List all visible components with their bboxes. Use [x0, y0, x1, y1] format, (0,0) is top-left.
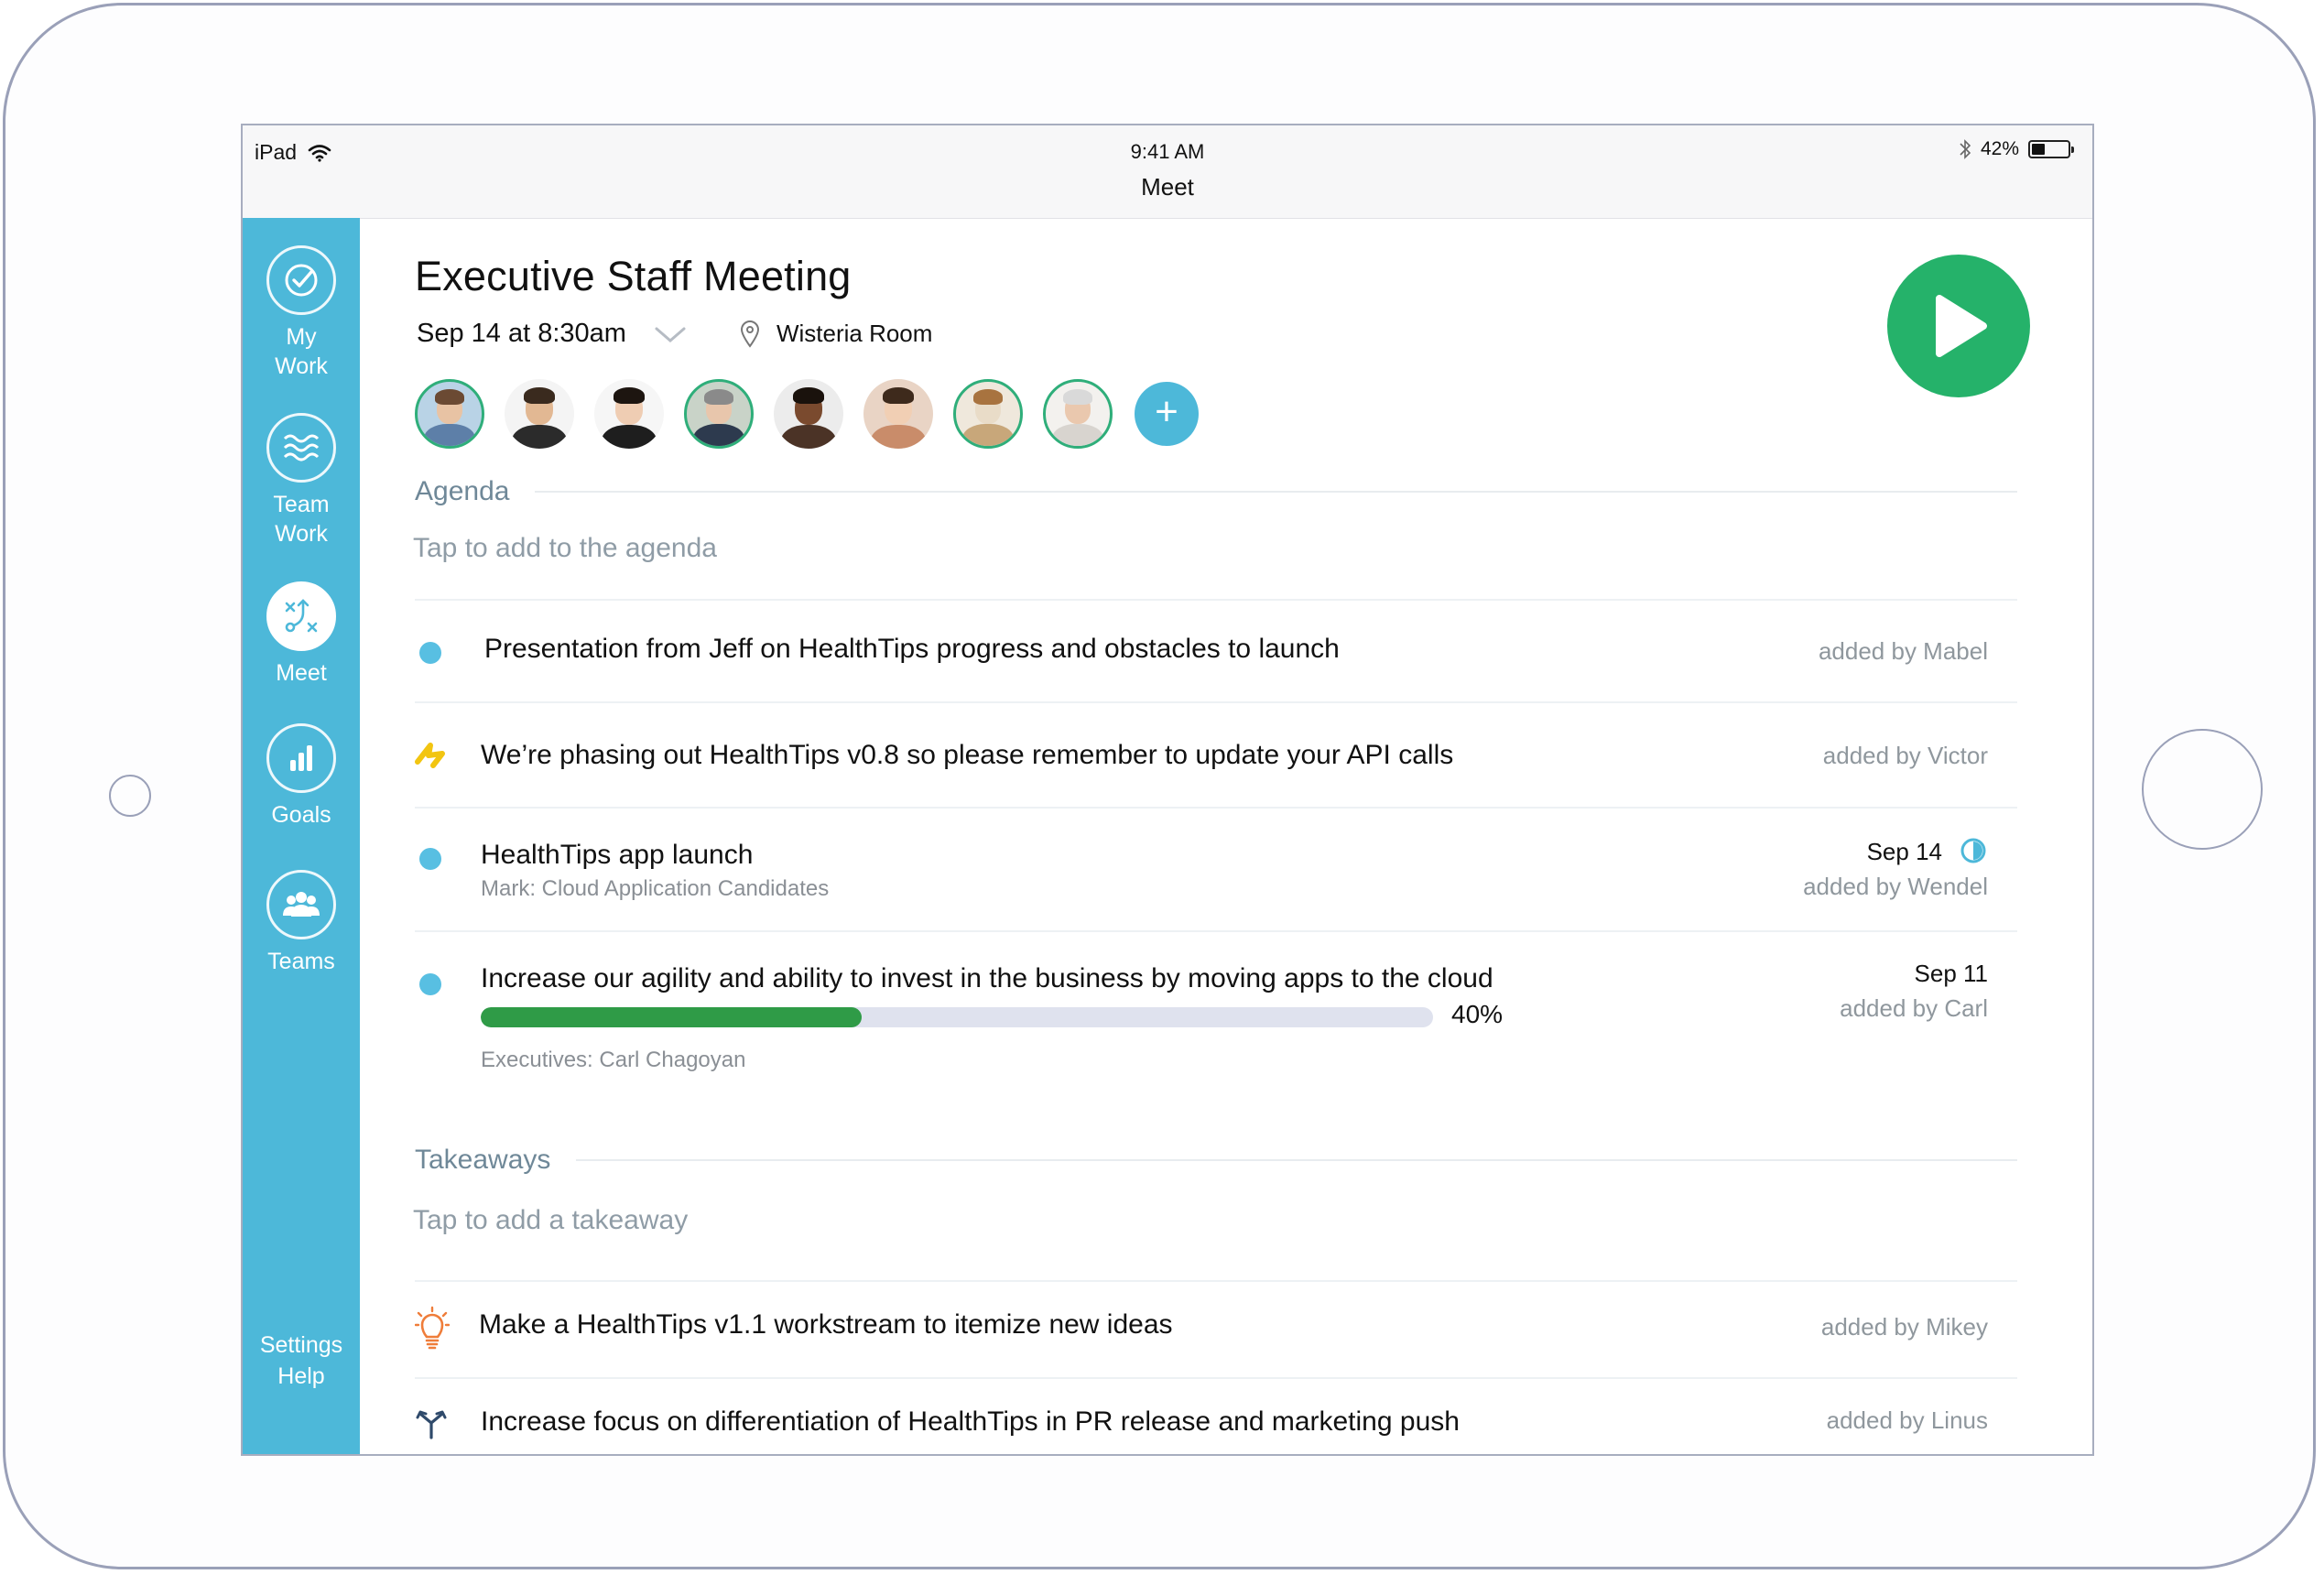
takeaway-item[interactable]: Make a HealthTips v1.1 workstream to ite…: [415, 1282, 2017, 1375]
added-by-label: added by Linus: [1826, 1406, 1988, 1434]
play-icon: [1936, 295, 1987, 357]
added-by-label: added by Victor: [1822, 742, 1988, 769]
agenda-item-text: We’re phasing out HealthTips v0.8 so ple…: [481, 740, 1454, 770]
takeaway-item-text: Increase focus on differentiation of Hea…: [481, 1406, 1460, 1437]
start-meeting-button[interactable]: [1887, 255, 2030, 397]
agenda-item[interactable]: Presentation from Jeff on HealthTips pro…: [415, 601, 2017, 701]
chevron-down-icon[interactable]: [654, 325, 687, 343]
agenda-item-text: Increase our agility and ability to inve…: [481, 963, 1493, 993]
progress-fill: [481, 1007, 862, 1027]
playbook-icon: [266, 581, 336, 651]
added-by-label: added by Mabel: [1818, 637, 1988, 665]
due-date: Sep 11: [1914, 960, 1988, 987]
dot-bullet: [419, 848, 441, 870]
agenda-item-subtitle: Executives: Carl Chagoyan: [481, 1048, 746, 1072]
takeaway-item[interactable]: Increase focus on differentiation of Hea…: [415, 1379, 2017, 1454]
takeaways-heading: Takeaways: [415, 1145, 551, 1175]
page-title: Executive Staff Meeting: [415, 253, 852, 299]
fork-icon: [416, 1410, 447, 1439]
settings-link[interactable]: Settings: [243, 1330, 360, 1361]
attendee-list: +: [415, 379, 1199, 449]
avatar[interactable]: [415, 379, 484, 449]
clock: 9:41 AM: [1130, 140, 1205, 163]
waves-icon: [266, 413, 336, 483]
dot-bullet: [419, 642, 441, 664]
agenda-header: Agenda: [415, 476, 2017, 507]
divider: [535, 491, 2017, 493]
help-link[interactable]: Help: [243, 1361, 360, 1392]
progress-bar: [481, 1007, 1433, 1027]
ipad-frame: iPad 9:41 AM Meet 42% My Work Team Work …: [3, 3, 2316, 1569]
status-right: 42%: [1959, 138, 2074, 160]
agenda-item[interactable]: HealthTips app launch Mark: Cloud Applic…: [415, 809, 2017, 929]
front-camera: [109, 775, 151, 817]
avatar[interactable]: [953, 379, 1023, 449]
lightning-icon: [415, 743, 445, 768]
bar-chart-icon: [266, 723, 336, 793]
sidebar-item-meet[interactable]: Meet: [243, 581, 360, 688]
sidebar-item-teams[interactable]: Teams: [243, 870, 360, 976]
meeting-location[interactable]: Wisteria Room: [740, 320, 932, 348]
sidebar-item-my-work[interactable]: My Work: [243, 245, 360, 381]
sidebar-label-meet: Meet: [276, 660, 327, 686]
add-attendee-button[interactable]: +: [1135, 382, 1199, 446]
sidebar: My Work Team Work Meet Goals Teams Setti…: [243, 218, 360, 1454]
half-circle-status-icon: [1960, 838, 1986, 863]
battery-icon: [2028, 140, 2074, 158]
agenda-item[interactable]: We’re phasing out HealthTips v0.8 so ple…: [415, 703, 2017, 806]
meeting-meta: Sep 14 at 8:30am Wisteria Room: [417, 319, 932, 349]
agenda-item[interactable]: Increase our agility and ability to inve…: [415, 932, 2017, 1079]
status-bar: iPad 9:41 AM Meet 42%: [243, 125, 2092, 219]
added-by-label: added by Carl: [1840, 994, 1988, 1022]
agenda-item-subtitle: Mark: Cloud Application Candidates: [481, 876, 830, 901]
takeaway-item-text: Make a HealthTips v1.1 workstream to ite…: [479, 1309, 1173, 1340]
lightbulb-icon: [415, 1306, 450, 1350]
takeaways-header: Takeaways: [415, 1145, 2017, 1176]
main-content: Executive Staff Meeting Sep 14 at 8:30am…: [360, 218, 2092, 1454]
app-screen: iPad 9:41 AM Meet 42% My Work Team Work …: [241, 124, 2094, 1456]
location-pin-icon: [740, 320, 759, 348]
dot-bullet: [419, 973, 441, 995]
nav-title: Meet: [1141, 173, 1194, 201]
added-by-label: added by Wendel: [1803, 873, 1988, 900]
avatar[interactable]: [684, 379, 754, 449]
sidebar-label-my-work: My Work: [275, 324, 328, 379]
due-date: Sep 14: [1866, 838, 1942, 865]
agenda-heading: Agenda: [415, 476, 510, 506]
sidebar-item-goals[interactable]: Goals: [243, 723, 360, 830]
home-button[interactable]: [2142, 729, 2263, 850]
battery-percent: 42%: [1980, 138, 2019, 159]
avatar[interactable]: [594, 379, 664, 449]
bluetooth-icon: [1960, 139, 1971, 159]
sidebar-label-goals: Goals: [271, 802, 331, 828]
sidebar-label-teams: Teams: [267, 949, 335, 974]
avatar[interactable]: [505, 379, 574, 449]
added-by-label: added by Mikey: [1820, 1313, 1988, 1341]
location-label: Wisteria Room: [776, 320, 933, 347]
add-takeaway-input[interactable]: Tap to add a takeaway: [413, 1205, 688, 1236]
check-circle-icon: [266, 245, 336, 315]
sidebar-item-team-work[interactable]: Team Work: [243, 413, 360, 548]
sidebar-label-team-work: Team Work: [273, 492, 330, 547]
agenda-item-text: Presentation from Jeff on HealthTips pro…: [484, 634, 1340, 664]
people-icon: [266, 870, 336, 939]
avatar[interactable]: [863, 379, 933, 449]
add-agenda-input[interactable]: Tap to add to the agenda: [413, 533, 717, 564]
progress-percent: 40%: [1451, 1000, 1504, 1028]
sidebar-footer: Settings Help: [243, 1330, 360, 1392]
divider: [576, 1159, 2017, 1161]
meeting-date[interactable]: Sep 14 at 8:30am: [417, 319, 626, 349]
avatar[interactable]: [1043, 379, 1113, 449]
agenda-item-text: HealthTips app launch: [481, 840, 754, 870]
avatar[interactable]: [774, 379, 843, 449]
